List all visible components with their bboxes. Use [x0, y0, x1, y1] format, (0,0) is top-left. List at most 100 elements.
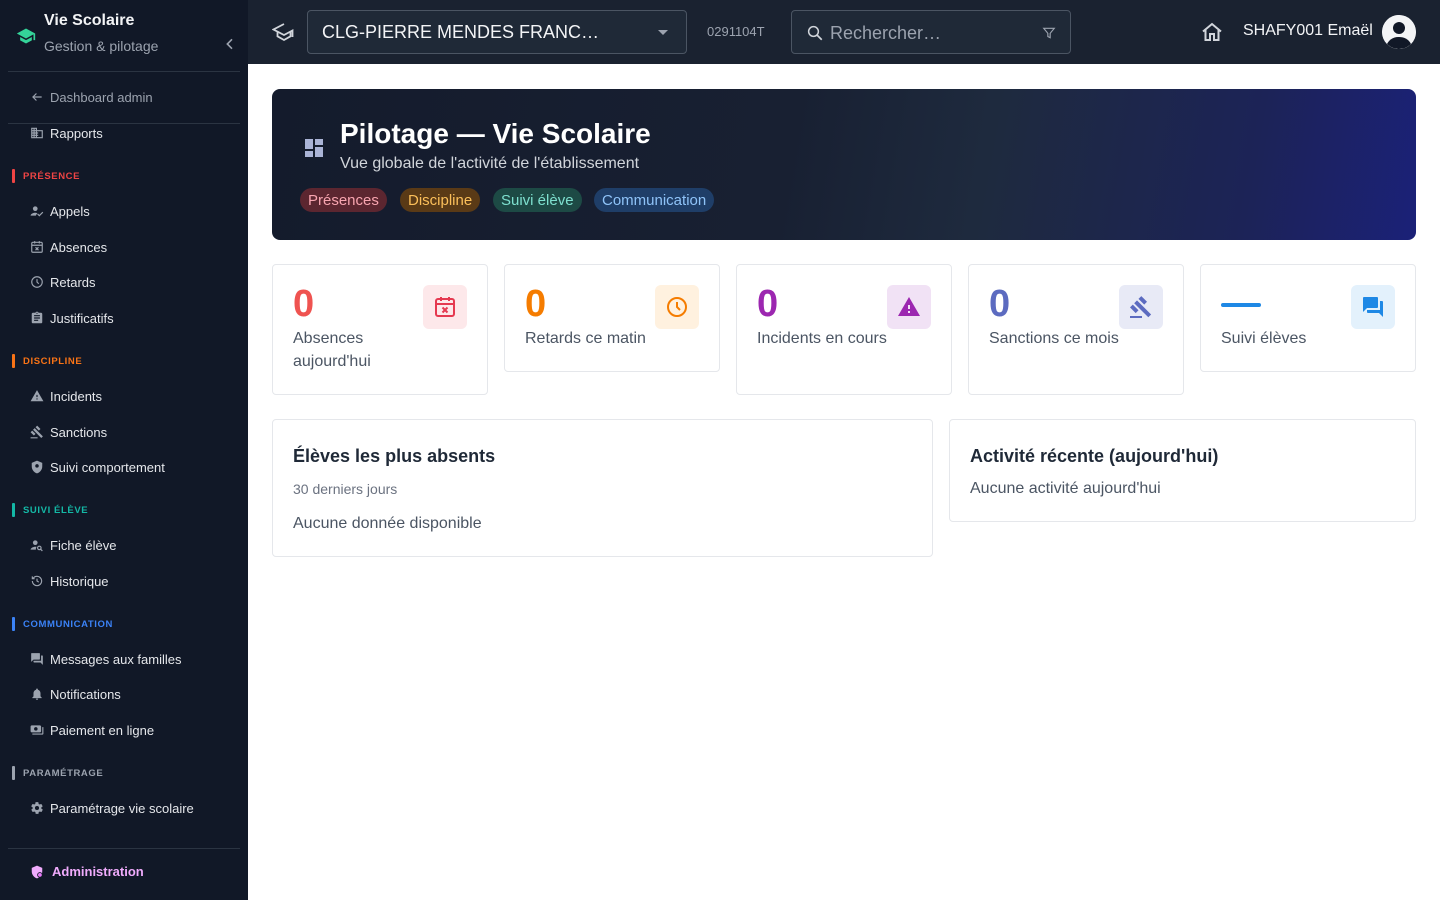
sidebar-item-fiche-eleve[interactable]: Fiche élève: [30, 534, 240, 556]
sidebar-item-label: Rapports: [50, 125, 103, 141]
history-icon: [31, 575, 43, 587]
user-name[interactable]: SHAFY001 Emaël: [1243, 22, 1373, 40]
gavel-icon: [1130, 296, 1152, 318]
panel-title: Élèves les plus absents: [293, 446, 496, 466]
chevron-left-icon[interactable]: [222, 36, 238, 52]
divider: [8, 848, 240, 849]
sidebar-item-parametrage[interactable]: Paramétrage vie scolaire: [30, 797, 240, 819]
stat-icon-box: [887, 285, 931, 329]
stat-value-dash: [1221, 303, 1261, 307]
clipboard-icon: [31, 311, 43, 324]
panel-empty-state: Aucune activité aujourd'hui: [970, 480, 1161, 497]
brand-subtitle: Gestion & pilotage: [44, 38, 159, 54]
section-communication: COMMUNICATION: [12, 617, 113, 631]
sidebar-item-label: Suivi comportement: [50, 459, 165, 475]
stat-value: 0: [293, 283, 315, 325]
page-subtitle: Vue globale de l'activité de l'établisse…: [340, 155, 640, 172]
stat-value: 0: [989, 283, 1011, 325]
chip-discipline: Discipline: [400, 188, 481, 212]
search-icon: [807, 25, 823, 41]
sidebar-item-label: Fiche élève: [50, 537, 117, 553]
back-dashboard-link[interactable]: Dashboard admin: [30, 86, 240, 108]
divider: [8, 71, 240, 72]
section-bar: [12, 617, 15, 631]
chip-communication: Communication: [594, 188, 715, 212]
sidebar-item-appels[interactable]: Appels: [30, 200, 240, 222]
administration-label: Administration: [52, 864, 144, 879]
panel-subtitle: 30 derniers jours: [293, 481, 398, 497]
person-search-icon: [30, 540, 43, 552]
search-input[interactable]: [830, 19, 1030, 47]
brand: Vie Scolaire Gestion & pilotage: [16, 10, 240, 66]
bell-icon: [32, 688, 42, 700]
stat-label: Suivi élèves: [1221, 330, 1307, 347]
graduation-cap-icon: [16, 28, 36, 44]
sidebar-item-label: Sanctions: [50, 424, 108, 440]
gear-icon: [31, 802, 43, 814]
sidebar-item-justificatifs[interactable]: Justificatifs: [30, 307, 240, 329]
school-select[interactable]: CLG-PIERRE MENDES FRANC…: [307, 10, 687, 54]
person-check-icon: [30, 206, 44, 217]
stat-label: Incidents en cours: [757, 330, 887, 347]
report-icon: [31, 127, 43, 139]
stat-card-retards[interactable]: 0 Retards ce matin: [504, 264, 720, 372]
calendar-x-icon: [435, 297, 455, 317]
sidebar-item-absences[interactable]: Absences: [30, 236, 240, 258]
stat-card-sanctions[interactable]: 0 Sanctions ce mois: [968, 264, 1184, 395]
section-bar: [12, 169, 15, 183]
stat-icon-box: [655, 285, 699, 329]
clock-icon: [31, 276, 43, 288]
sidebar-item-label: Incidents: [50, 388, 103, 404]
section-parametrage: PARAMÉTRAGE: [12, 766, 103, 780]
forum-icon: [1363, 297, 1383, 317]
sidebar-item-historique[interactable]: Historique: [30, 570, 240, 592]
sidebar-item-paiement[interactable]: Paiement en ligne: [30, 719, 240, 741]
section-label: SUIVI ÉLÈVE: [23, 504, 89, 516]
gavel-icon: [30, 425, 43, 439]
sidebar-item-label: Paramétrage vie scolaire: [50, 800, 194, 816]
administration-link[interactable]: Administration: [30, 864, 144, 879]
sidebar-item-suivi-comportement[interactable]: Suivi comportement: [30, 456, 240, 478]
panel-empty-state: Aucune donnée disponible: [293, 515, 482, 532]
stat-card-absences[interactable]: 0 Absences aujourd'hui: [272, 264, 488, 395]
page-title: Pilotage — Vie Scolaire: [340, 118, 651, 149]
stat-icon-box: [423, 285, 467, 329]
dashboard-icon: [305, 139, 323, 157]
home-icon[interactable]: [1200, 20, 1224, 44]
admin-shield-icon: [31, 865, 43, 878]
chip-presences: Présences: [300, 188, 387, 212]
sidebar-item-label: Absences: [50, 239, 108, 255]
school-select-value: CLG-PIERRE MENDES FRANC…: [322, 21, 600, 42]
sidebar-item-sanctions[interactable]: Sanctions: [30, 421, 240, 443]
stat-card-incidents[interactable]: 0 Incidents en cours: [736, 264, 952, 395]
shield-icon: [31, 460, 43, 474]
sidebar-item-notifications[interactable]: Notifications: [30, 683, 240, 705]
section-bar: [12, 503, 15, 517]
section-label: DISCIPLINE: [23, 355, 83, 367]
user-avatar-icon: [1382, 15, 1416, 49]
section-discipline: DISCIPLINE: [12, 354, 82, 368]
sidebar-item-label: Paiement en ligne: [50, 722, 155, 738]
panel-recent-activity: Activité récente (aujourd'hui) Aucune ac…: [949, 419, 1416, 522]
stat-label: Absences aujourd'hui: [293, 330, 371, 370]
sidebar-item-label: Notifications: [50, 686, 121, 702]
sidebar-item-retards[interactable]: Retards: [30, 271, 240, 293]
section-bar: [12, 766, 15, 780]
sidebar-item-label: Retards: [50, 274, 96, 290]
stat-value: 0: [525, 283, 547, 325]
clock-icon: [667, 297, 687, 317]
sidebar-item-rapports[interactable]: Rapports: [30, 122, 240, 144]
sidebar-item-incidents[interactable]: Incidents: [30, 385, 240, 407]
uai-code: 0291104T: [707, 24, 765, 39]
arrow-left-icon: [32, 93, 42, 101]
section-label: COMMUNICATION: [23, 618, 113, 630]
school-icon: [272, 23, 294, 42]
filter-icon[interactable]: [1042, 26, 1056, 40]
stat-card-suivi[interactable]: — Suivi élèves: [1200, 264, 1416, 372]
avatar[interactable]: [1382, 15, 1416, 49]
sidebar-item-messages[interactable]: Messages aux familles: [30, 648, 240, 670]
topbar: CLG-PIERRE MENDES FRANC… 0291104T SHAFY0…: [248, 0, 1440, 64]
sidebar-item-label: Messages aux familles: [50, 651, 182, 667]
hero-banner: Pilotage — Vie Scolaire Vue globale de l…: [272, 89, 1416, 240]
sidebar-item-label: Appels: [50, 203, 90, 219]
